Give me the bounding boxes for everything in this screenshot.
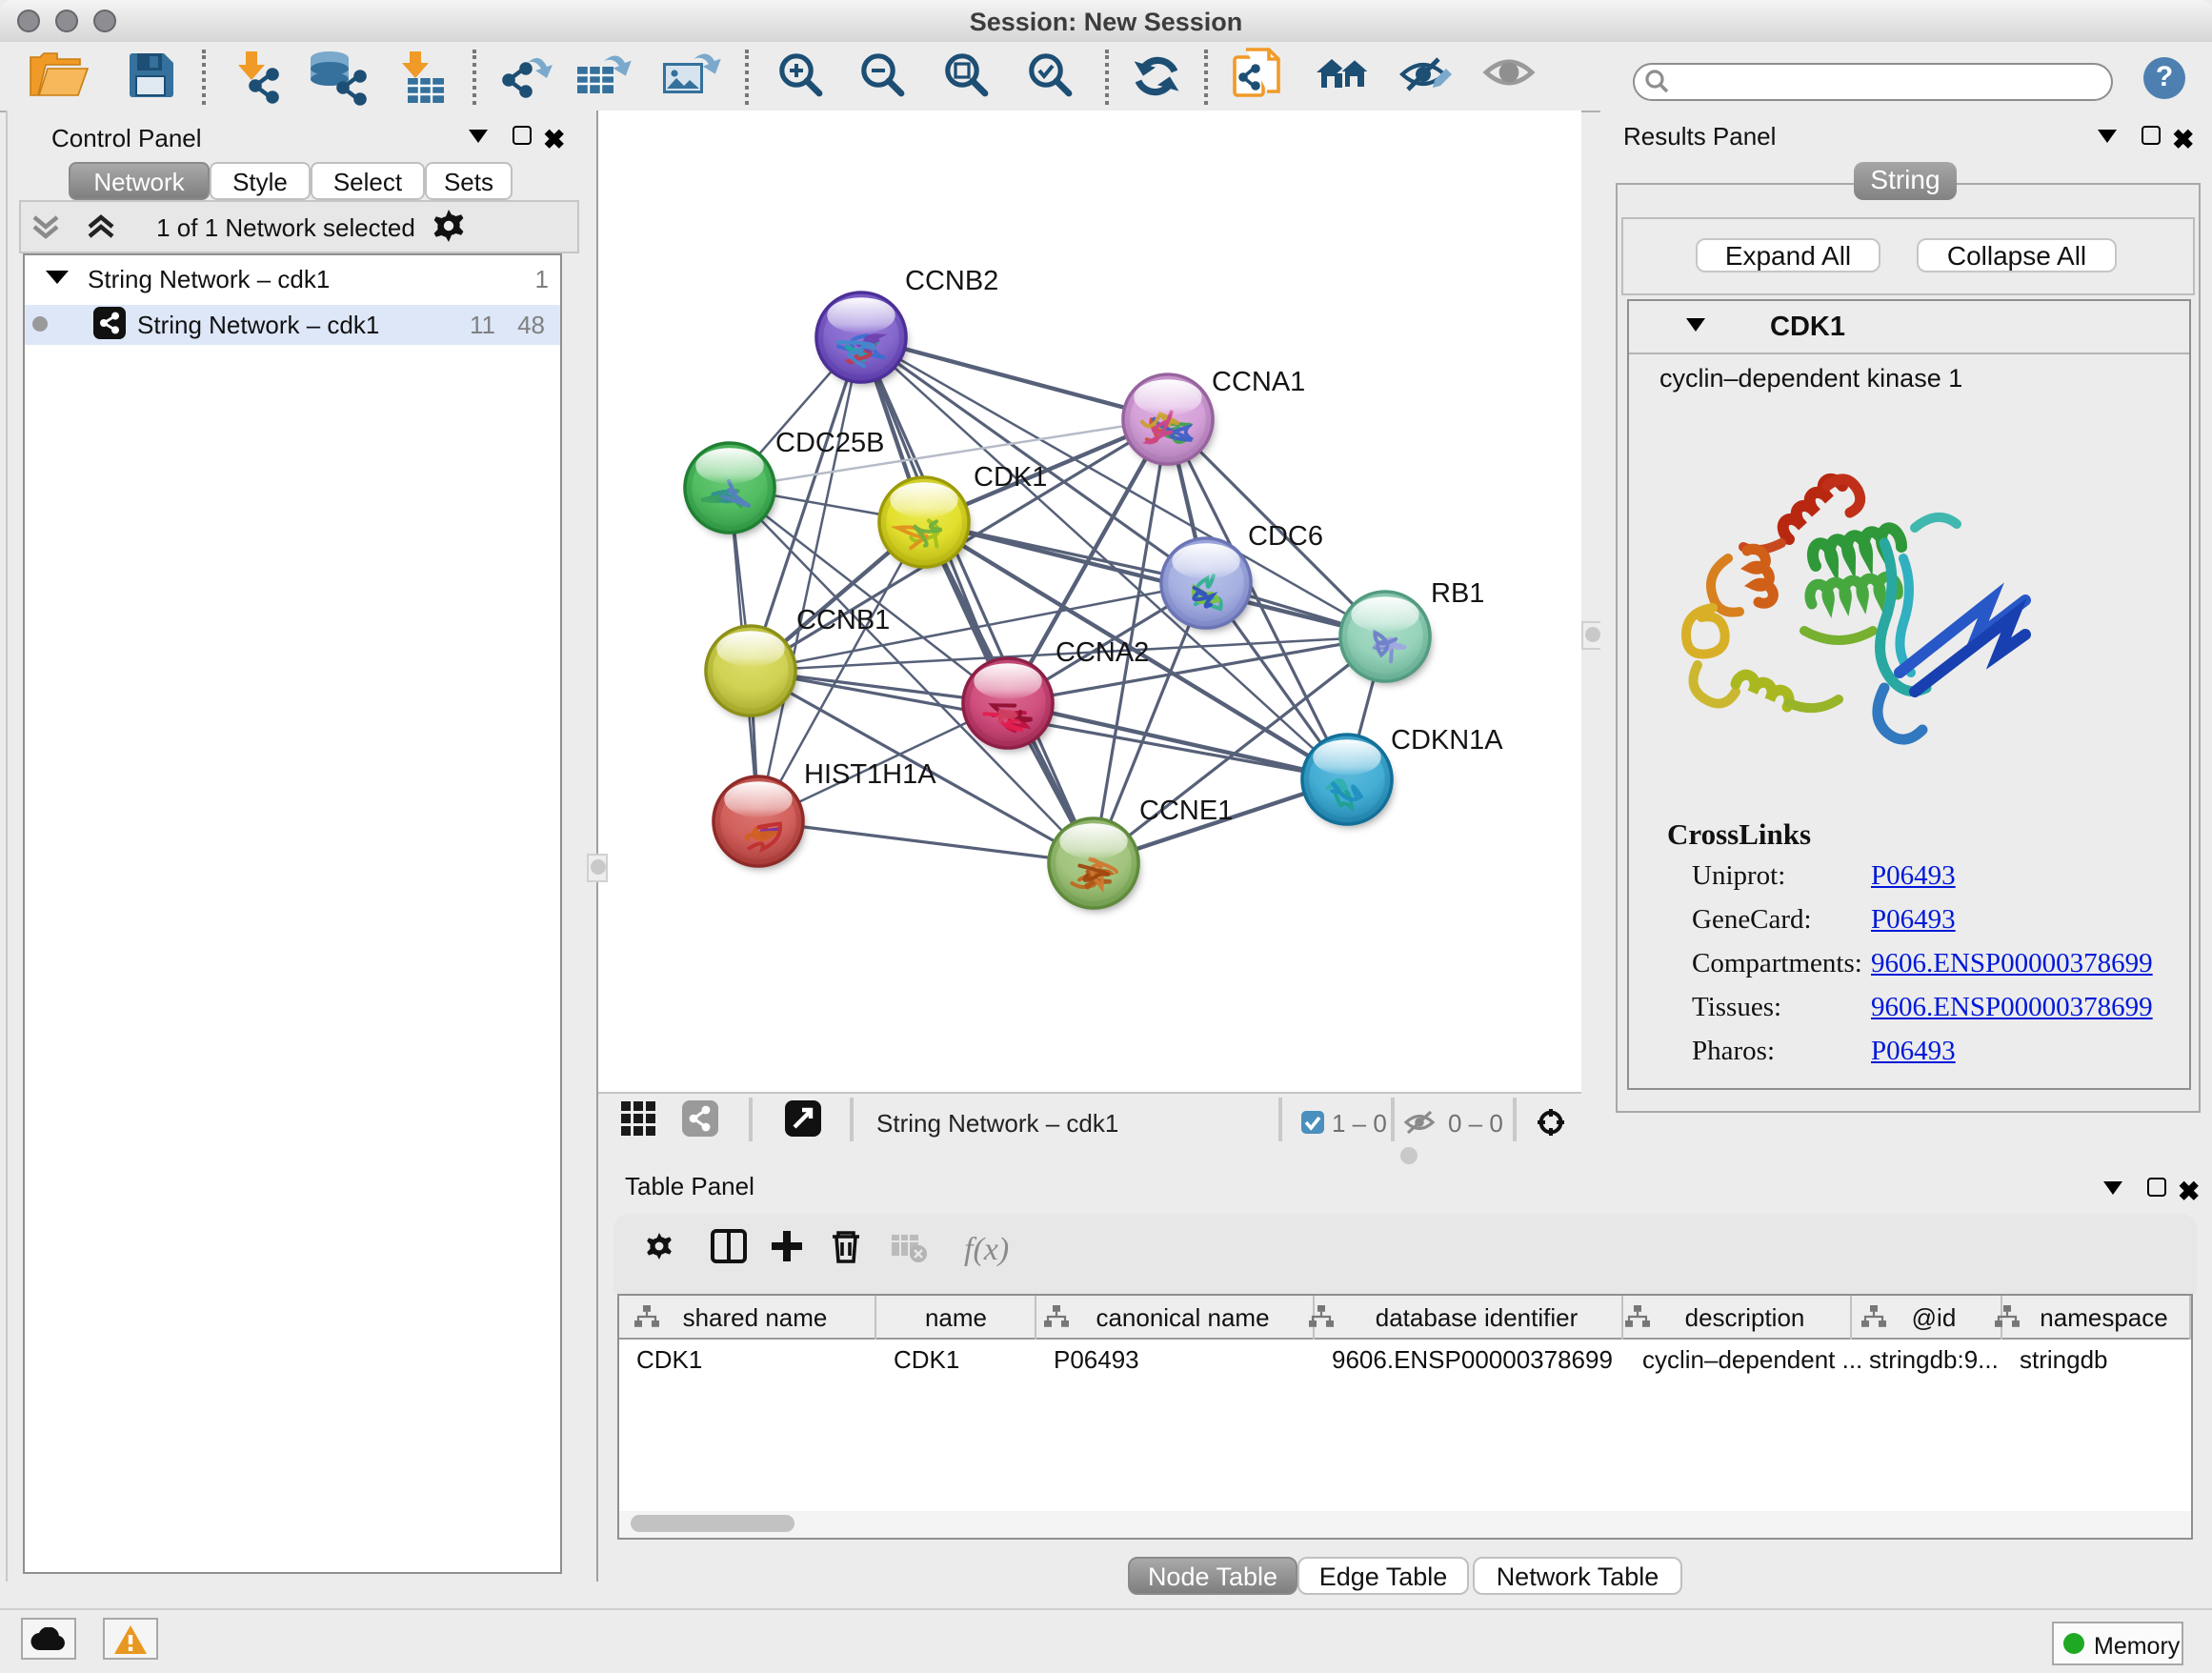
svg-text:f(x): f(x) bbox=[964, 1232, 1009, 1267]
svg-text:CDK1: CDK1 bbox=[974, 462, 1047, 493]
svg-text:RB1: RB1 bbox=[1431, 578, 1484, 609]
svg-text:CDC25B: CDC25B bbox=[775, 428, 884, 458]
svg-text:CCNA2: CCNA2 bbox=[1056, 637, 1149, 668]
svg-text:CDKN1A: CDKN1A bbox=[1391, 725, 1503, 756]
svg-text:CCNE1: CCNE1 bbox=[1139, 796, 1233, 826]
svg-text:CCNB1: CCNB1 bbox=[796, 605, 890, 635]
svg-text:CCNB2: CCNB2 bbox=[905, 266, 998, 296]
svg-text:HIST1H1A: HIST1H1A bbox=[804, 759, 936, 790]
svg-text:CDC6: CDC6 bbox=[1248, 521, 1323, 552]
svg-text:CCNA1: CCNA1 bbox=[1212, 367, 1305, 397]
